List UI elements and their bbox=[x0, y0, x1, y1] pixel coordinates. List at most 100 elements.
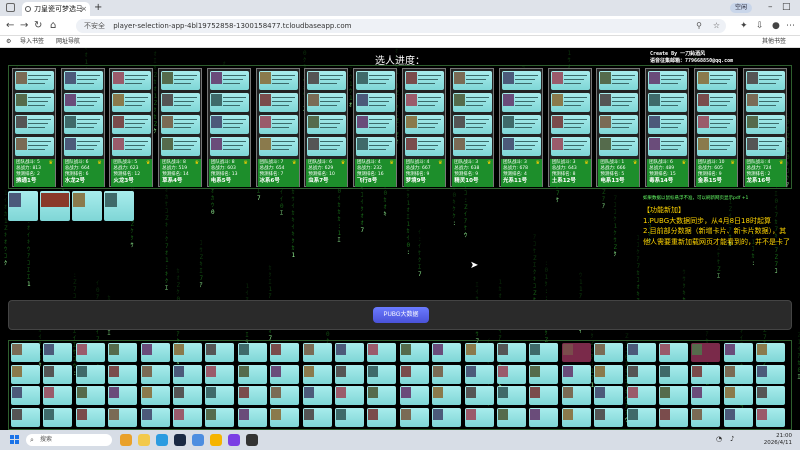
pool-player-card[interactable] bbox=[594, 343, 624, 362]
team-player-card[interactable] bbox=[307, 93, 347, 112]
pool-player-card[interactable] bbox=[561, 343, 591, 362]
team-player-card[interactable] bbox=[453, 71, 493, 90]
pool-player-card[interactable] bbox=[75, 364, 105, 384]
pool-player-card[interactable] bbox=[205, 407, 235, 427]
pool-player-card[interactable] bbox=[691, 407, 721, 427]
pool-player-card[interactable] bbox=[756, 343, 786, 362]
pool-player-card[interactable] bbox=[561, 386, 591, 405]
bookmark-nav[interactable]: 网址导航 bbox=[56, 36, 80, 48]
pool-player-card[interactable] bbox=[399, 343, 429, 362]
team-player-card[interactable] bbox=[15, 137, 54, 156]
pool-player-card[interactable] bbox=[140, 343, 170, 362]
taskbar-app2-icon[interactable] bbox=[228, 434, 240, 446]
team-player-card[interactable] bbox=[648, 115, 688, 134]
pool-player-card[interactable] bbox=[723, 343, 753, 362]
pool-player-card[interactable] bbox=[756, 407, 786, 427]
pool-player-card[interactable] bbox=[173, 407, 202, 427]
pool-player-card[interactable] bbox=[529, 386, 559, 405]
pool-player-card[interactable] bbox=[626, 386, 656, 405]
team-player-card[interactable] bbox=[696, 71, 736, 90]
pool-player-card[interactable] bbox=[432, 364, 462, 384]
pool-player-card[interactable] bbox=[497, 407, 526, 427]
team-player-card[interactable] bbox=[307, 137, 347, 156]
team-player-card[interactable] bbox=[209, 71, 249, 90]
pool-player-card[interactable] bbox=[659, 407, 688, 427]
pool-player-card[interactable] bbox=[108, 343, 138, 362]
pool-player-card[interactable] bbox=[43, 386, 73, 405]
team-player-card[interactable] bbox=[696, 137, 736, 156]
pool-player-card[interactable] bbox=[237, 364, 267, 384]
taskbar-app3-icon[interactable] bbox=[246, 434, 258, 446]
team-player-card[interactable] bbox=[696, 115, 736, 134]
system-clock[interactable]: 21:00 2026/4/11 bbox=[752, 433, 792, 447]
new-tab-icon[interactable]: + bbox=[94, 2, 102, 14]
pool-player-card[interactable] bbox=[270, 364, 300, 384]
team-player-card[interactable] bbox=[63, 71, 103, 90]
location-icon[interactable]: ⚲ bbox=[696, 19, 702, 33]
pool-player-card[interactable] bbox=[11, 407, 40, 427]
pool-player-card[interactable] bbox=[367, 386, 397, 405]
pool-player-card[interactable] bbox=[464, 407, 494, 427]
minimize-icon[interactable]: – bbox=[768, 1, 773, 13]
pool-player-card[interactable] bbox=[11, 343, 40, 362]
pool-player-card[interactable] bbox=[497, 386, 526, 405]
pool-player-card[interactable] bbox=[173, 386, 202, 405]
pool-player-card[interactable] bbox=[561, 364, 591, 384]
team-player-card[interactable] bbox=[355, 137, 395, 156]
pool-player-card[interactable] bbox=[626, 364, 656, 384]
pool-player-card[interactable] bbox=[723, 364, 753, 384]
pool-player-card[interactable] bbox=[561, 407, 591, 427]
pool-player-card[interactable] bbox=[691, 343, 721, 362]
pool-player-card[interactable] bbox=[464, 364, 494, 384]
pool-player-card[interactable] bbox=[367, 343, 397, 362]
team-player-card[interactable] bbox=[648, 137, 688, 156]
team-player-card[interactable] bbox=[307, 115, 347, 134]
pool-player-card[interactable] bbox=[205, 386, 235, 405]
team-player-card[interactable] bbox=[112, 115, 152, 134]
address-bar[interactable]: 不安全 player-selection-app-4bl19752858-130… bbox=[76, 19, 726, 33]
team-player-card[interactable] bbox=[550, 71, 590, 90]
profile-button[interactable]: 空闲 bbox=[730, 3, 753, 13]
team-player-card[interactable] bbox=[745, 137, 785, 156]
taskbar-chrome-icon[interactable] bbox=[192, 434, 204, 446]
team-player-card[interactable] bbox=[599, 115, 639, 134]
team-player-card[interactable] bbox=[599, 93, 639, 112]
taskbar-search[interactable]: ⌕ 搜索 bbox=[26, 434, 112, 446]
team-player-card[interactable] bbox=[648, 71, 688, 90]
bench-player-card[interactable] bbox=[40, 191, 70, 221]
team-player-card[interactable] bbox=[453, 115, 493, 134]
team-player-card[interactable] bbox=[15, 93, 54, 112]
team-player-card[interactable] bbox=[453, 93, 493, 112]
team-player-card[interactable] bbox=[63, 93, 103, 112]
pool-player-card[interactable] bbox=[626, 407, 656, 427]
pool-player-card[interactable] bbox=[302, 407, 332, 427]
pool-player-card[interactable] bbox=[11, 364, 40, 384]
pool-player-card[interactable] bbox=[205, 364, 235, 384]
forward-icon[interactable]: → bbox=[20, 20, 28, 32]
pool-player-card[interactable] bbox=[464, 386, 494, 405]
pool-player-card[interactable] bbox=[529, 407, 559, 427]
taskbar-explorer-icon[interactable] bbox=[138, 434, 150, 446]
apps-icon[interactable]: ⚙ bbox=[6, 36, 11, 48]
pool-player-card[interactable] bbox=[108, 386, 138, 405]
team-player-card[interactable] bbox=[209, 115, 249, 134]
pool-player-card[interactable] bbox=[43, 343, 73, 362]
team-player-card[interactable] bbox=[63, 137, 103, 156]
team-player-card[interactable] bbox=[112, 93, 152, 112]
reload-icon[interactable]: ↻ bbox=[34, 20, 42, 32]
pool-player-card[interactable] bbox=[367, 407, 397, 427]
pool-player-card[interactable] bbox=[367, 364, 397, 384]
team-player-card[interactable] bbox=[550, 93, 590, 112]
team-player-card[interactable] bbox=[355, 71, 395, 90]
pool-player-card[interactable] bbox=[659, 386, 688, 405]
pool-player-card[interactable] bbox=[691, 364, 721, 384]
taskbar-widgets-icon[interactable] bbox=[120, 434, 132, 446]
team-player-card[interactable] bbox=[453, 137, 493, 156]
team-player-card[interactable] bbox=[161, 137, 201, 156]
taskbar-edge-icon[interactable] bbox=[156, 434, 168, 446]
pool-player-card[interactable] bbox=[399, 364, 429, 384]
team-player-card[interactable] bbox=[15, 115, 54, 134]
team-player-card[interactable] bbox=[745, 93, 785, 112]
pool-player-card[interactable] bbox=[594, 364, 624, 384]
pool-player-card[interactable] bbox=[659, 364, 688, 384]
